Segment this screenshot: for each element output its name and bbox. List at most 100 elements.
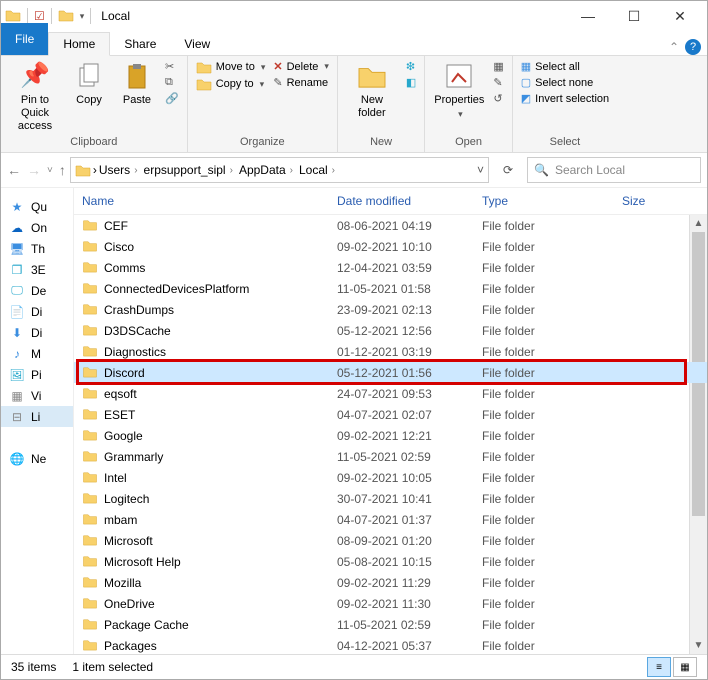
table-row[interactable]: D3DSCache05-12-2021 12:56File folder	[74, 320, 707, 341]
table-row[interactable]: Cisco09-02-2021 10:10File folder	[74, 236, 707, 257]
header-name[interactable]: Name	[74, 194, 337, 208]
table-row[interactable]: Diagnostics01-12-2021 03:19File folder	[74, 341, 707, 362]
edit-icon[interactable]: ✎	[493, 76, 503, 89]
details-view-button[interactable]: ≡	[647, 657, 671, 677]
navigation-pane[interactable]: ★Qu☁On🖥Th❒3E🖵De📄Di⬇Di♪M🖼Pi▦Vi⊟Li 🌐Ne	[1, 188, 74, 654]
table-row[interactable]: Microsoft Help05-08-2021 10:15File folde…	[74, 551, 707, 572]
history-icon[interactable]: ↺	[493, 92, 503, 105]
sidebar-item[interactable]: 🖥Th	[9, 238, 73, 259]
file-type: File folder	[482, 450, 622, 464]
open-icon[interactable]: ▦	[493, 60, 503, 73]
tab-file[interactable]: File	[1, 23, 48, 55]
table-row[interactable]: Mozilla09-02-2021 11:29File folder	[74, 572, 707, 593]
sidebar-item[interactable]: ▦Vi	[9, 385, 73, 406]
forward-button[interactable]: →	[27, 162, 41, 178]
file-date: 01-12-2021 03:19	[337, 345, 482, 359]
qat-dropdown-icon[interactable]: ▾	[80, 11, 85, 22]
folder-icon	[82, 449, 98, 465]
new-item-icon[interactable]: ❇	[406, 60, 416, 73]
sidebar-item[interactable]: ♪M	[9, 343, 73, 364]
table-row[interactable]: ESET04-07-2021 02:07File folder	[74, 404, 707, 425]
table-row[interactable]: Microsoft08-09-2021 01:20File folder	[74, 530, 707, 551]
select-all-button[interactable]: ▦Select all	[521, 60, 609, 73]
sidebar-item[interactable]	[9, 427, 73, 448]
copy-button[interactable]: Copy	[69, 60, 109, 107]
file-date: 08-06-2021 04:19	[337, 219, 482, 233]
table-row[interactable]: Packages04-12-2021 05:37File folder	[74, 635, 707, 654]
sidebar-item-label: 3E	[31, 263, 46, 277]
crumb-users[interactable]: Users›	[99, 163, 142, 177]
delete-button[interactable]: ✕ Delete▾	[273, 60, 329, 73]
easy-access-icon[interactable]: ◧	[406, 76, 416, 89]
file-type: File folder	[482, 303, 622, 317]
table-row[interactable]: Grammarly11-05-2021 02:59File folder	[74, 446, 707, 467]
sidebar-item[interactable]: 📄Di	[9, 301, 73, 322]
back-button[interactable]: ←	[7, 162, 21, 178]
header-date[interactable]: Date modified	[337, 194, 482, 208]
maximize-button[interactable]: ☐	[611, 1, 657, 31]
sidebar-item[interactable]: ❒3E	[9, 259, 73, 280]
file-name: eqsoft	[104, 387, 137, 401]
sidebar-item[interactable]: ⬇Di	[9, 322, 73, 343]
pin-to-quick-access-button[interactable]: 📌 Pin to Quick access	[9, 60, 61, 134]
header-type[interactable]: Type	[482, 194, 622, 208]
close-button[interactable]: ✕	[657, 1, 703, 31]
table-row[interactable]: Logitech30-07-2021 10:41File folder	[74, 488, 707, 509]
refresh-button[interactable]: ⟳	[493, 157, 523, 183]
sidebar-item[interactable]: 🖼Pi	[9, 364, 73, 385]
table-row[interactable]: Intel09-02-2021 10:05File folder	[74, 467, 707, 488]
table-row[interactable]: OneDrive09-02-2021 11:30File folder	[74, 593, 707, 614]
rename-button[interactable]: ✎ Rename	[273, 76, 329, 89]
cut-icon[interactable]: ✂	[165, 60, 179, 73]
sidebar-item[interactable]: 🖵De	[9, 280, 73, 301]
table-row[interactable]: Discord05-12-2021 01:56File folder	[74, 362, 707, 383]
chevron-right-icon[interactable]: ›	[93, 163, 97, 177]
up-button[interactable]: ↑	[59, 162, 66, 178]
table-row[interactable]: CEF08-06-2021 04:19File folder	[74, 215, 707, 236]
minimize-button[interactable]: ―	[565, 1, 611, 31]
table-row[interactable]: mbam04-07-2021 01:37File folder	[74, 509, 707, 530]
file-rows[interactable]: ▲ ▼ CEF08-06-2021 04:19File folderCisco0…	[74, 215, 707, 654]
table-row[interactable]: Package Cache11-05-2021 02:59File folder	[74, 614, 707, 635]
checkbox-icon[interactable]: ☑	[34, 9, 45, 23]
tab-home[interactable]: Home	[48, 32, 110, 56]
crumb-local[interactable]: Local›	[299, 163, 339, 177]
file-name: Microsoft Help	[104, 555, 181, 569]
invert-selection-button[interactable]: ◩Invert selection	[521, 92, 609, 105]
recent-dropdown[interactable]: ˅	[47, 165, 53, 176]
paste-button[interactable]: Paste	[117, 60, 157, 107]
file-name: Diagnostics	[104, 345, 166, 359]
tab-share[interactable]: Share	[110, 33, 170, 55]
file-date: 04-07-2021 01:37	[337, 513, 482, 527]
table-row[interactable]: CrashDumps23-09-2021 02:13File folder	[74, 299, 707, 320]
table-row[interactable]: Comms12-04-2021 03:59File folder	[74, 257, 707, 278]
copy-to-button[interactable]: Copy to▾	[196, 77, 266, 91]
address-bar-row: ← → ˅ ↑ › Users› erpsupport_sipl› AppDat…	[1, 153, 707, 188]
sidebar-item[interactable]: ★Qu	[9, 196, 73, 217]
table-row[interactable]: Google09-02-2021 12:21File folder	[74, 425, 707, 446]
header-size[interactable]: Size	[622, 194, 707, 208]
move-to-button[interactable]: Move to▾	[196, 60, 266, 74]
sidebar-item[interactable]: ⊟Li	[1, 406, 73, 427]
new-folder-button[interactable]: New folder	[346, 60, 398, 120]
sidebar-item[interactable]: ☁On	[9, 217, 73, 238]
crumb-appdata[interactable]: AppData›	[239, 163, 297, 177]
table-row[interactable]: eqsoft24-07-2021 09:53File folder	[74, 383, 707, 404]
paste-shortcut-icon[interactable]: 🔗	[165, 92, 179, 105]
search-box[interactable]: 🔍 Search Local	[527, 157, 701, 183]
icons-view-button[interactable]: ▦	[673, 657, 697, 677]
select-none-button[interactable]: ▢Select none	[521, 76, 609, 89]
file-name: Cisco	[104, 240, 134, 254]
separator	[51, 8, 52, 24]
crumb-user[interactable]: erpsupport_sipl›	[144, 163, 237, 177]
address-dropdown-icon[interactable]: ˅	[477, 163, 484, 177]
breadcrumb[interactable]: › Users› erpsupport_sipl› AppData› Local…	[70, 157, 489, 183]
collapse-ribbon-icon[interactable]: ⌃	[669, 40, 679, 54]
properties-button[interactable]: Properties ▾	[433, 60, 485, 120]
copy-path-icon[interactable]: ⧉	[165, 76, 179, 89]
tab-view[interactable]: View	[170, 33, 224, 55]
help-icon[interactable]: ?	[685, 39, 701, 55]
sidebar-item[interactable]: 🌐Ne	[9, 448, 73, 469]
table-row[interactable]: ConnectedDevicesPlatform11-05-2021 01:58…	[74, 278, 707, 299]
delete-icon: ✕	[273, 60, 282, 73]
